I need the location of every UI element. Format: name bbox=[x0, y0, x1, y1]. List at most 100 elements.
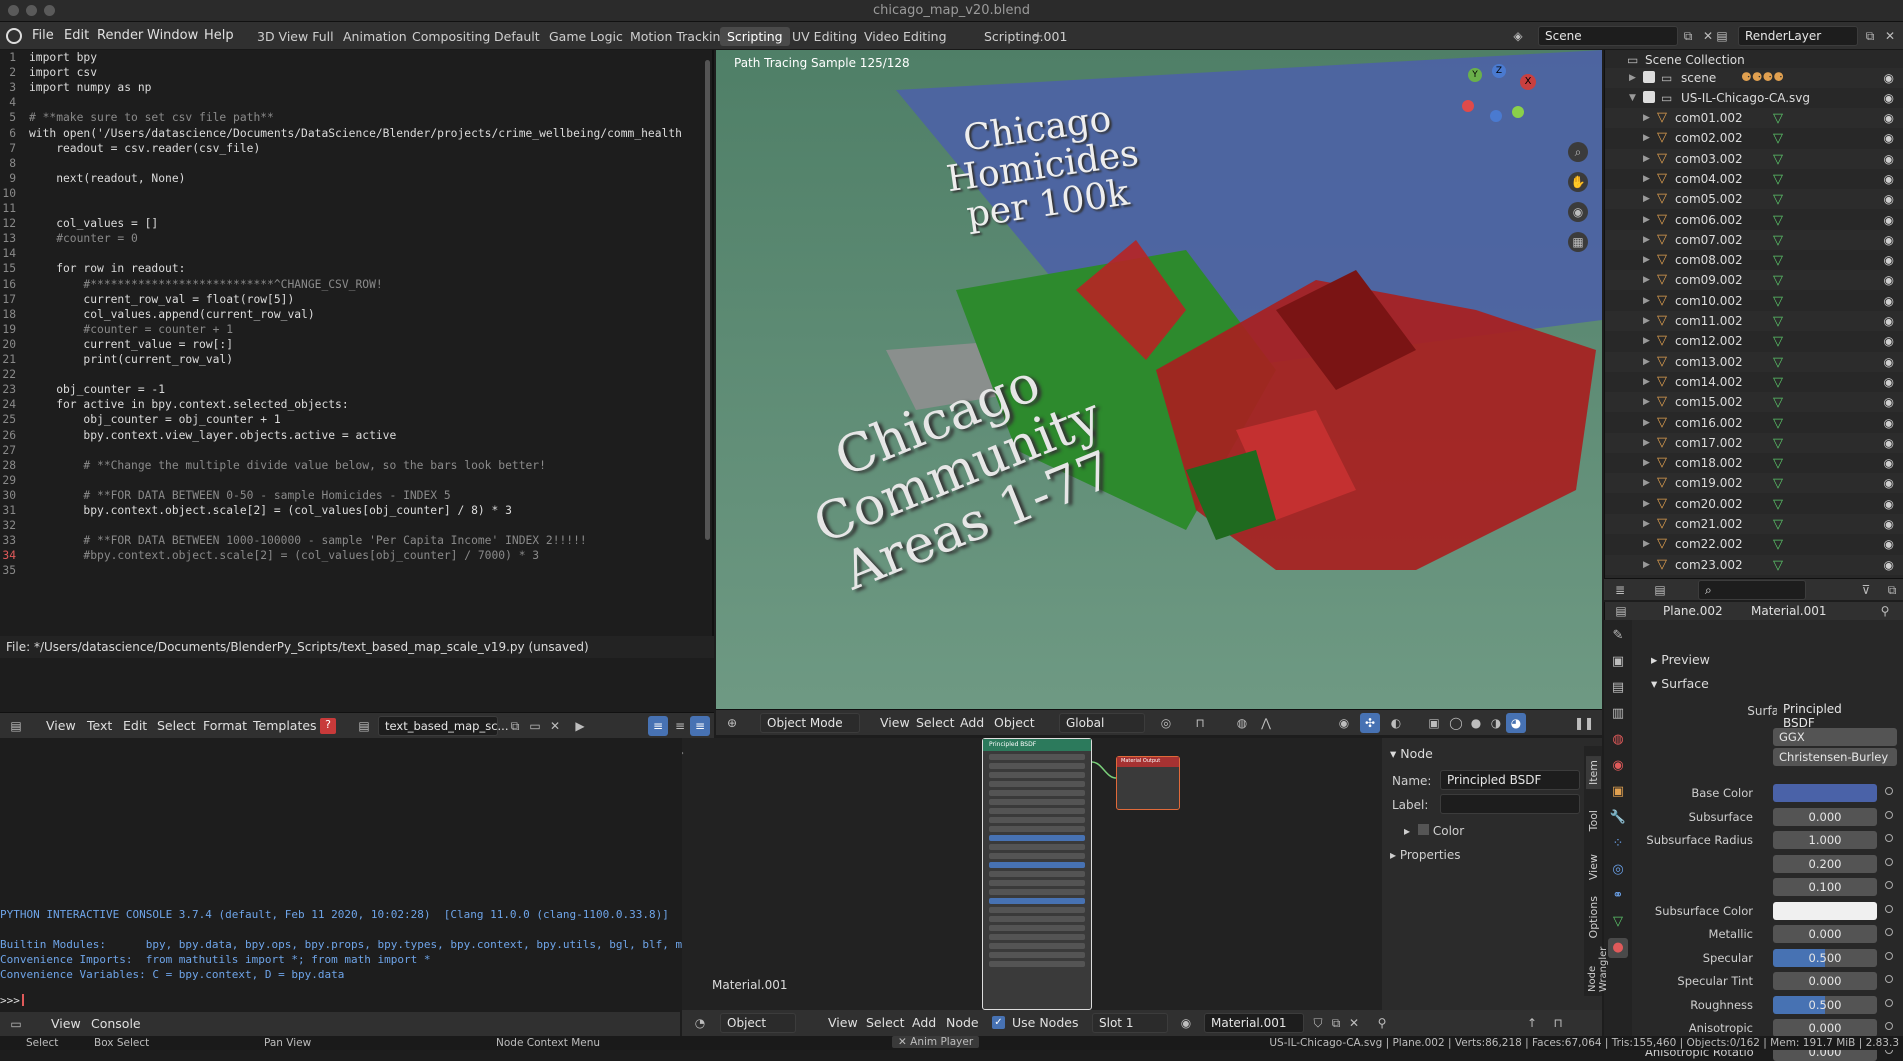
new-material-icon[interactable]: ⧉ bbox=[1326, 1013, 1346, 1033]
filter-icon[interactable]: ⊽ bbox=[1856, 580, 1876, 600]
material-slot-select[interactable]: Slot 1 bbox=[1092, 1013, 1168, 1033]
eye-icon[interactable]: ◉ bbox=[1884, 395, 1894, 409]
mesh-data-icon[interactable]: ▽ bbox=[1773, 334, 1783, 349]
mesh-data-icon[interactable]: ▽ bbox=[1773, 273, 1783, 288]
text-datablock-icon[interactable]: ▤ bbox=[354, 716, 374, 736]
mesh-data-icon[interactable]: ▽ bbox=[1773, 131, 1783, 146]
ne-menu-add[interactable]: Add bbox=[908, 1015, 940, 1030]
keyframe-dot-icon[interactable] bbox=[1885, 904, 1893, 913]
mesh-data-icon[interactable]: ▽ bbox=[1773, 233, 1783, 248]
outliner[interactable]: ▭ Scene Collection ▶ ▭ scene ⚈⚈⚈⚈ ◉ ▼ ▭ … bbox=[1604, 50, 1903, 578]
menu-help[interactable]: Help bbox=[198, 26, 240, 45]
expand-triangle-icon[interactable]: ▶ bbox=[1643, 499, 1650, 509]
properties-editor[interactable]: ▤ Plane.002 Material.001 ⚲ ▸ Preview ▾ S… bbox=[1604, 602, 1903, 1061]
outliner-item[interactable]: ▶ ▽ com13.002 ▽ ◉ bbox=[1605, 351, 1903, 372]
tab-uv-editing[interactable]: UV Editing bbox=[785, 27, 864, 46]
eye-icon[interactable]: ◉ bbox=[1884, 416, 1894, 430]
rendered-shading-icon[interactable]: ◕ bbox=[1506, 713, 1526, 733]
expand-triangle-icon[interactable]: ▶ bbox=[1643, 154, 1650, 164]
eye-icon[interactable]: ◉ bbox=[1884, 476, 1894, 490]
render-canvas[interactable] bbox=[716, 50, 1602, 722]
text-name-field[interactable]: text_based_map_sc... bbox=[378, 716, 509, 736]
eye-icon[interactable]: ◉ bbox=[1884, 497, 1894, 511]
keyframe-dot-icon[interactable] bbox=[1885, 928, 1893, 936]
tab-game-logic[interactable]: Game Logic bbox=[542, 27, 630, 46]
mesh-data-icon[interactable]: ▽ bbox=[1773, 517, 1783, 532]
fake-user-icon[interactable]: ⛉ bbox=[1308, 1013, 1328, 1033]
vp-menu-view[interactable]: View bbox=[876, 715, 914, 730]
expand-triangle-icon[interactable]: ▶ bbox=[1643, 377, 1650, 387]
data-tab-icon[interactable]: ▽ bbox=[1608, 912, 1628, 932]
expand-triangle-icon[interactable]: ▶ bbox=[1643, 174, 1650, 184]
eye-icon[interactable]: ◉ bbox=[1884, 253, 1894, 267]
mesh-data-icon[interactable]: ▽ bbox=[1773, 253, 1783, 268]
console-type-icon[interactable]: ▭ bbox=[6, 1014, 26, 1034]
property-field[interactable]: 1.000 bbox=[1773, 831, 1877, 849]
eye-icon[interactable]: ◉ bbox=[1884, 537, 1894, 551]
expand-triangle-icon[interactable]: ▶ bbox=[1643, 215, 1650, 225]
expand-triangle-icon[interactable]: ▶ bbox=[1643, 194, 1650, 204]
transform-orientation-select[interactable]: Global bbox=[1059, 713, 1145, 733]
outliner-item[interactable]: ▶ ▽ com08.002 ▽ ◉ bbox=[1605, 250, 1903, 270]
vp-menu-object[interactable]: Object bbox=[990, 715, 1039, 730]
gizmo-neg-x[interactable] bbox=[1462, 100, 1474, 112]
render-layer-field[interactable]: RenderLayer bbox=[1738, 26, 1858, 46]
console-menu-console[interactable]: Console bbox=[87, 1016, 145, 1031]
keyframe-dot-icon[interactable] bbox=[1885, 857, 1893, 866]
gizmo-neg-y[interactable] bbox=[1512, 106, 1524, 118]
eye-icon[interactable]: ◉ bbox=[1884, 558, 1894, 572]
zoom-icon[interactable]: ⌕ bbox=[1568, 142, 1588, 162]
keyframe-dot-icon[interactable] bbox=[1885, 975, 1893, 983]
mesh-data-icon[interactable]: ▽ bbox=[1773, 416, 1783, 431]
tab-3d-view-full[interactable]: 3D View Full bbox=[250, 27, 341, 46]
mesh-data-icon[interactable]: ▽ bbox=[1773, 375, 1783, 390]
mesh-data-icon[interactable]: ▽ bbox=[1773, 476, 1783, 491]
mesh-data-icon[interactable]: ▽ bbox=[1773, 395, 1783, 410]
expand-triangle-icon[interactable]: ▶ bbox=[1643, 397, 1650, 407]
particles-tab-icon[interactable]: ⁘ bbox=[1608, 834, 1628, 854]
color-checkbox[interactable] bbox=[1417, 824, 1429, 835]
outliner-search-input[interactable]: ⌕ bbox=[1698, 580, 1806, 600]
eye-icon[interactable]: ◉ bbox=[1884, 71, 1894, 85]
outliner-item[interactable]: ▶ ▽ com03.002 ▽ ◉ bbox=[1605, 148, 1903, 169]
tab-scripting[interactable]: Scripting bbox=[720, 27, 790, 46]
text-menu-format[interactable]: Format bbox=[199, 718, 251, 733]
node-panel-header[interactable]: ▾ Node bbox=[1390, 746, 1433, 761]
node-name-field[interactable]: Principled BSDF bbox=[1440, 770, 1580, 790]
menu-file[interactable]: File bbox=[26, 26, 60, 45]
mesh-data-icon[interactable]: ▽ bbox=[1773, 213, 1783, 228]
pivot-point-icon[interactable]: ◎ bbox=[1156, 713, 1176, 733]
text-menu-edit[interactable]: Edit bbox=[119, 718, 151, 733]
mesh-data-icon[interactable]: ▽ bbox=[1773, 152, 1783, 167]
property-field[interactable]: 0.000 bbox=[1773, 925, 1877, 943]
gizmo-y-axis[interactable]: Y bbox=[1468, 68, 1482, 82]
visibility-icon[interactable]: ◉ bbox=[1334, 713, 1354, 733]
modifier-tab-icon[interactable]: 🔧 bbox=[1608, 808, 1628, 828]
outliner-item[interactable]: ▶ ▽ com18.002 ▽ ◉ bbox=[1605, 453, 1903, 473]
text-menu-view[interactable]: View bbox=[42, 718, 80, 733]
collapse-triangle-icon[interactable]: ▼ bbox=[1629, 93, 1636, 103]
editor-type-icon[interactable]: ◔ bbox=[690, 1013, 710, 1033]
property-field[interactable]: 0.000 bbox=[1773, 807, 1877, 826]
text-editor[interactable]: 1 import bpy 2 import csv 3 import numpy as n… bbox=[0, 50, 714, 686]
outliner-collection-row[interactable]: ▼ ▭ US-IL-Chicago-CA.svg ◉ bbox=[1605, 88, 1903, 108]
vp-menu-add[interactable]: Add bbox=[956, 715, 988, 730]
outliner-item[interactable]: ▶ ▽ com10.002 ▽ ◉ bbox=[1605, 291, 1903, 311]
property-field[interactable]: 0.000 bbox=[1773, 1019, 1877, 1037]
properties-section-toggle[interactable]: ▸ Properties bbox=[1390, 848, 1461, 862]
keyframe-dot-icon[interactable] bbox=[1885, 951, 1893, 960]
outliner-item[interactable]: ▶ ▽ com17.002 ▽ ◉ bbox=[1605, 432, 1903, 453]
outliner-item[interactable]: ▶ ▽ com23.002 ▽ ◉ bbox=[1605, 554, 1903, 575]
object-mode-select[interactable]: Object Mode bbox=[760, 713, 860, 733]
eye-icon[interactable]: ◉ bbox=[1884, 213, 1894, 227]
mesh-data-icon[interactable]: ▽ bbox=[1773, 436, 1783, 451]
keyframe-dot-icon[interactable] bbox=[1885, 810, 1893, 819]
scene-name-field[interactable]: Scene bbox=[1538, 26, 1678, 46]
constraints-tab-icon[interactable]: ⚭ bbox=[1608, 886, 1628, 906]
expand-triangle-icon[interactable]: ▶ bbox=[1643, 255, 1650, 265]
expand-triangle-icon[interactable]: ▶ bbox=[1643, 539, 1650, 549]
eye-icon[interactable]: ◉ bbox=[1884, 334, 1894, 348]
eye-icon[interactable]: ◉ bbox=[1884, 91, 1894, 105]
outliner-item[interactable]: ▶ ▽ com21.002 ▽ ◉ bbox=[1605, 514, 1903, 534]
scene-selector-icon[interactable]: ◈ bbox=[1508, 26, 1528, 46]
